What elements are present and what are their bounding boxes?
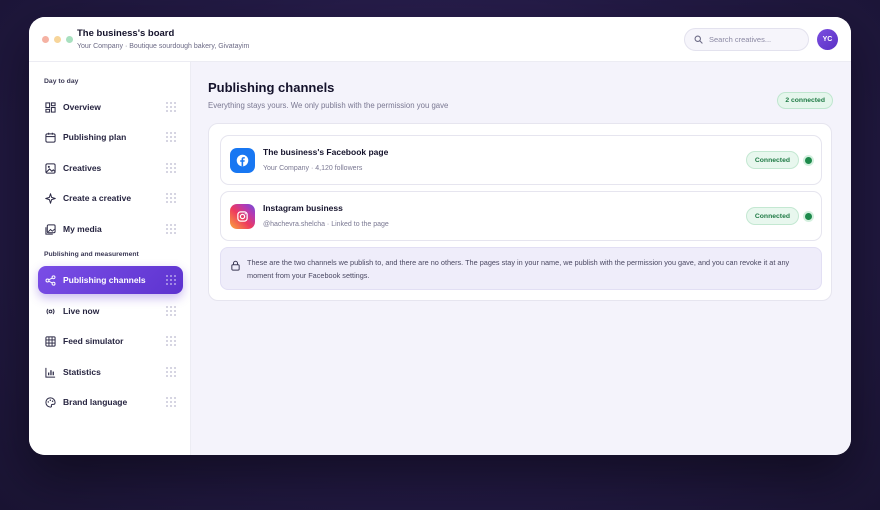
top-bar: The business's board Your Company · Bout… (29, 17, 851, 62)
page-title: Publishing channels (208, 80, 335, 95)
calendar-icon (45, 132, 56, 143)
sidebar-item-feed-simulator[interactable]: Feed simulator (38, 327, 183, 355)
sidebar-item-label: My media (63, 224, 102, 234)
sidebar-item-label: Brand language (63, 397, 128, 407)
channel-meta: @hachevra.shelcha · Linked to the page (263, 221, 389, 228)
sidebar-item-label: Creatives (63, 163, 102, 173)
board-title: The business's board (77, 28, 175, 39)
window-controls (42, 36, 73, 43)
dashboard-icon (45, 101, 56, 113)
sidebar-section-publishing: Publishing and measurement (44, 251, 139, 258)
drag-handle-icon[interactable] (166, 102, 176, 112)
chart-icon (45, 367, 56, 378)
maximize-window-dot[interactable] (66, 36, 73, 43)
channels-panel: The business's Facebook page Your Compan… (208, 123, 832, 301)
share-icon (45, 274, 56, 286)
status-dot (805, 213, 812, 220)
brand-block: The business's board Your Company · Bout… (77, 28, 249, 50)
sidebar-section-day: Day to day (44, 78, 79, 85)
sidebar-item-publishing-plan[interactable]: Publishing plan (38, 123, 183, 151)
search-box[interactable] (684, 28, 809, 51)
sidebar-item-label: Create a creative (63, 193, 132, 203)
drag-handle-icon[interactable] (166, 367, 176, 377)
search-input[interactable] (709, 35, 804, 44)
sidebar-item-label: Live now (63, 306, 100, 316)
sidebar-item-label: Feed simulator (63, 336, 124, 346)
search-icon (694, 35, 703, 44)
sidebar-item-live-now[interactable]: Live now (38, 297, 183, 325)
main-content: Publishing channels Everything stays you… (191, 62, 851, 455)
sidebar-item-label: Statistics (63, 367, 101, 377)
sidebar-item-overview[interactable]: Overview (38, 93, 183, 121)
sidebar-item-label: Publishing plan (63, 132, 127, 142)
status-badge: Connected (745, 207, 799, 225)
notice-text: These are the two channels we publish to… (247, 258, 790, 280)
channel-card-instagram[interactable]: Instagram business @hachevra.shelcha · L… (220, 191, 822, 241)
channel-meta: Your Company · 4,120 followers (263, 165, 363, 172)
grid-icon (45, 335, 56, 347)
minimize-window-dot[interactable] (54, 36, 61, 43)
status-dot (805, 157, 812, 164)
privacy-notice: These are the two channels we publish to… (220, 247, 822, 290)
channel-name: The business's Facebook page (263, 147, 389, 157)
drag-handle-icon[interactable] (166, 397, 176, 407)
status-badge: Connected (745, 151, 799, 169)
sidebar-item-statistics[interactable]: Statistics (38, 358, 183, 386)
sidebar-item-create-creative[interactable]: Create a creative (38, 184, 183, 212)
sparkle-icon (45, 192, 56, 204)
sidebar-item-label: Overview (63, 102, 101, 112)
drag-handle-icon[interactable] (166, 336, 176, 346)
sidebar-item-publishing-channels[interactable]: Publishing channels (38, 266, 183, 294)
close-window-dot[interactable] (42, 36, 49, 43)
drag-handle-icon[interactable] (166, 132, 176, 142)
lock-icon (230, 258, 241, 271)
palette-icon (45, 396, 56, 408)
drag-handle-icon[interactable] (166, 224, 176, 234)
media-icon (45, 223, 56, 235)
sidebar-item-creatives[interactable]: Creatives (38, 154, 183, 182)
sidebar: Day to day Overview Publishing plan Crea… (29, 62, 191, 455)
sidebar-item-label: Publishing channels (63, 275, 146, 285)
drag-handle-icon[interactable] (166, 275, 176, 285)
drag-handle-icon[interactable] (166, 193, 176, 203)
channel-card-facebook[interactable]: The business's Facebook page Your Compan… (220, 135, 822, 185)
board-subtitle: Your Company · Boutique sourdough bakery… (77, 43, 250, 50)
instagram-icon (230, 204, 255, 229)
drag-handle-icon[interactable] (166, 306, 176, 316)
image-icon (45, 162, 56, 174)
connected-count-badge: 2 connected (777, 92, 833, 109)
drag-handle-icon[interactable] (166, 163, 176, 173)
sidebar-item-my-media[interactable]: My media (38, 215, 183, 243)
avatar[interactable]: YC (817, 29, 838, 50)
sidebar-item-brand-language[interactable]: Brand language (38, 388, 183, 416)
broadcast-icon (45, 306, 56, 317)
app-window: The business's board Your Company · Bout… (29, 17, 851, 455)
channel-name: Instagram business (263, 203, 343, 213)
page-subtitle: Everything stays yours. We only publish … (208, 101, 449, 110)
facebook-icon (230, 148, 255, 173)
